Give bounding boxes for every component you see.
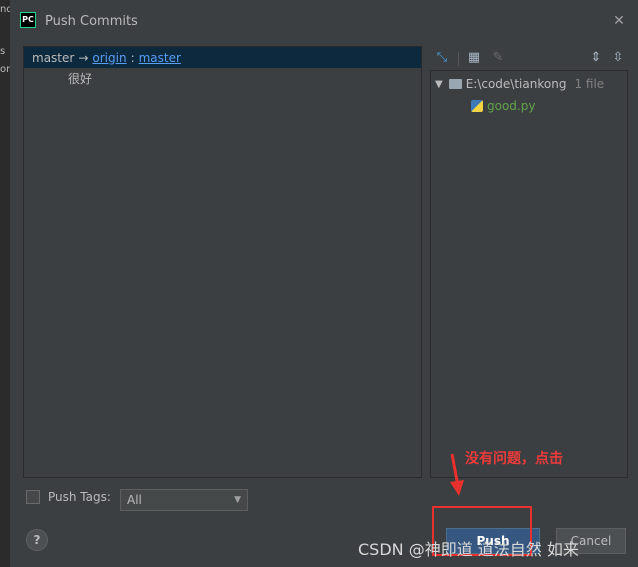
push-tags-selected: All xyxy=(127,493,142,507)
file-count: 1 file xyxy=(574,77,605,91)
push-arrow: → xyxy=(78,50,89,65)
changes-toolbar: ⤡ ▦ ✎ ⇕ ⇳ xyxy=(430,48,630,70)
remote-branch-link[interactable]: master xyxy=(139,51,181,65)
watermark: CSDN @神即道 道法自然 如来 xyxy=(358,540,579,559)
chevron-down-icon[interactable]: ▼ xyxy=(435,79,443,90)
push-tags-option[interactable]: Push Tags: xyxy=(26,490,111,504)
branch-row[interactable]: master → origin : master xyxy=(24,47,421,68)
folder-icon xyxy=(448,79,462,89)
collapse-all-icon[interactable]: ⇳ xyxy=(610,50,626,66)
remote-separator: : xyxy=(130,50,135,65)
push-commits-dialog: PC Push Commits ✕ master → origin : mast… xyxy=(10,0,638,567)
folder-path: E:\code\tiankong xyxy=(465,77,567,91)
group-by-icon[interactable]: ▦ xyxy=(466,50,482,66)
expand-changes-icon[interactable]: ⤡ xyxy=(434,50,450,66)
file-node[interactable]: good.py xyxy=(471,99,535,113)
python-file-icon xyxy=(471,100,483,112)
commit-item[interactable]: 很好 xyxy=(24,70,421,87)
annotation-arrow-icon xyxy=(450,453,464,496)
folder-node[interactable]: ▼ E:\code\tiankong 1 file xyxy=(435,77,604,91)
local-branch: master xyxy=(32,50,75,65)
close-icon[interactable]: ✕ xyxy=(610,12,628,30)
background-ide-edge: nd s on xyxy=(0,0,13,567)
chevron-down-icon: ▼ xyxy=(234,495,241,505)
commits-tree: master → origin : master 很好 xyxy=(23,46,422,478)
help-button[interactable]: ? xyxy=(26,529,48,551)
remote-link[interactable]: origin xyxy=(92,51,126,65)
dialog-title: Push Commits xyxy=(45,14,138,29)
push-tags-label: Push Tags: xyxy=(48,490,111,504)
pycharm-logo-icon: PC xyxy=(20,12,36,28)
push-tags-select[interactable]: All ▼ xyxy=(120,489,248,511)
background-fragment: s xyxy=(0,46,6,57)
toolbar-divider xyxy=(458,52,459,66)
dialog-titlebar: PC Push Commits ✕ xyxy=(10,0,638,42)
changed-files-tree: ▼ E:\code\tiankong 1 file good.py xyxy=(430,70,628,478)
file-name: good.py xyxy=(487,99,536,113)
expand-all-icon[interactable]: ⇕ xyxy=(588,50,604,66)
push-tags-checkbox[interactable] xyxy=(26,490,40,504)
annotation-text: 没有问题，点击 xyxy=(465,451,563,467)
edit-icon[interactable]: ✎ xyxy=(490,50,506,66)
